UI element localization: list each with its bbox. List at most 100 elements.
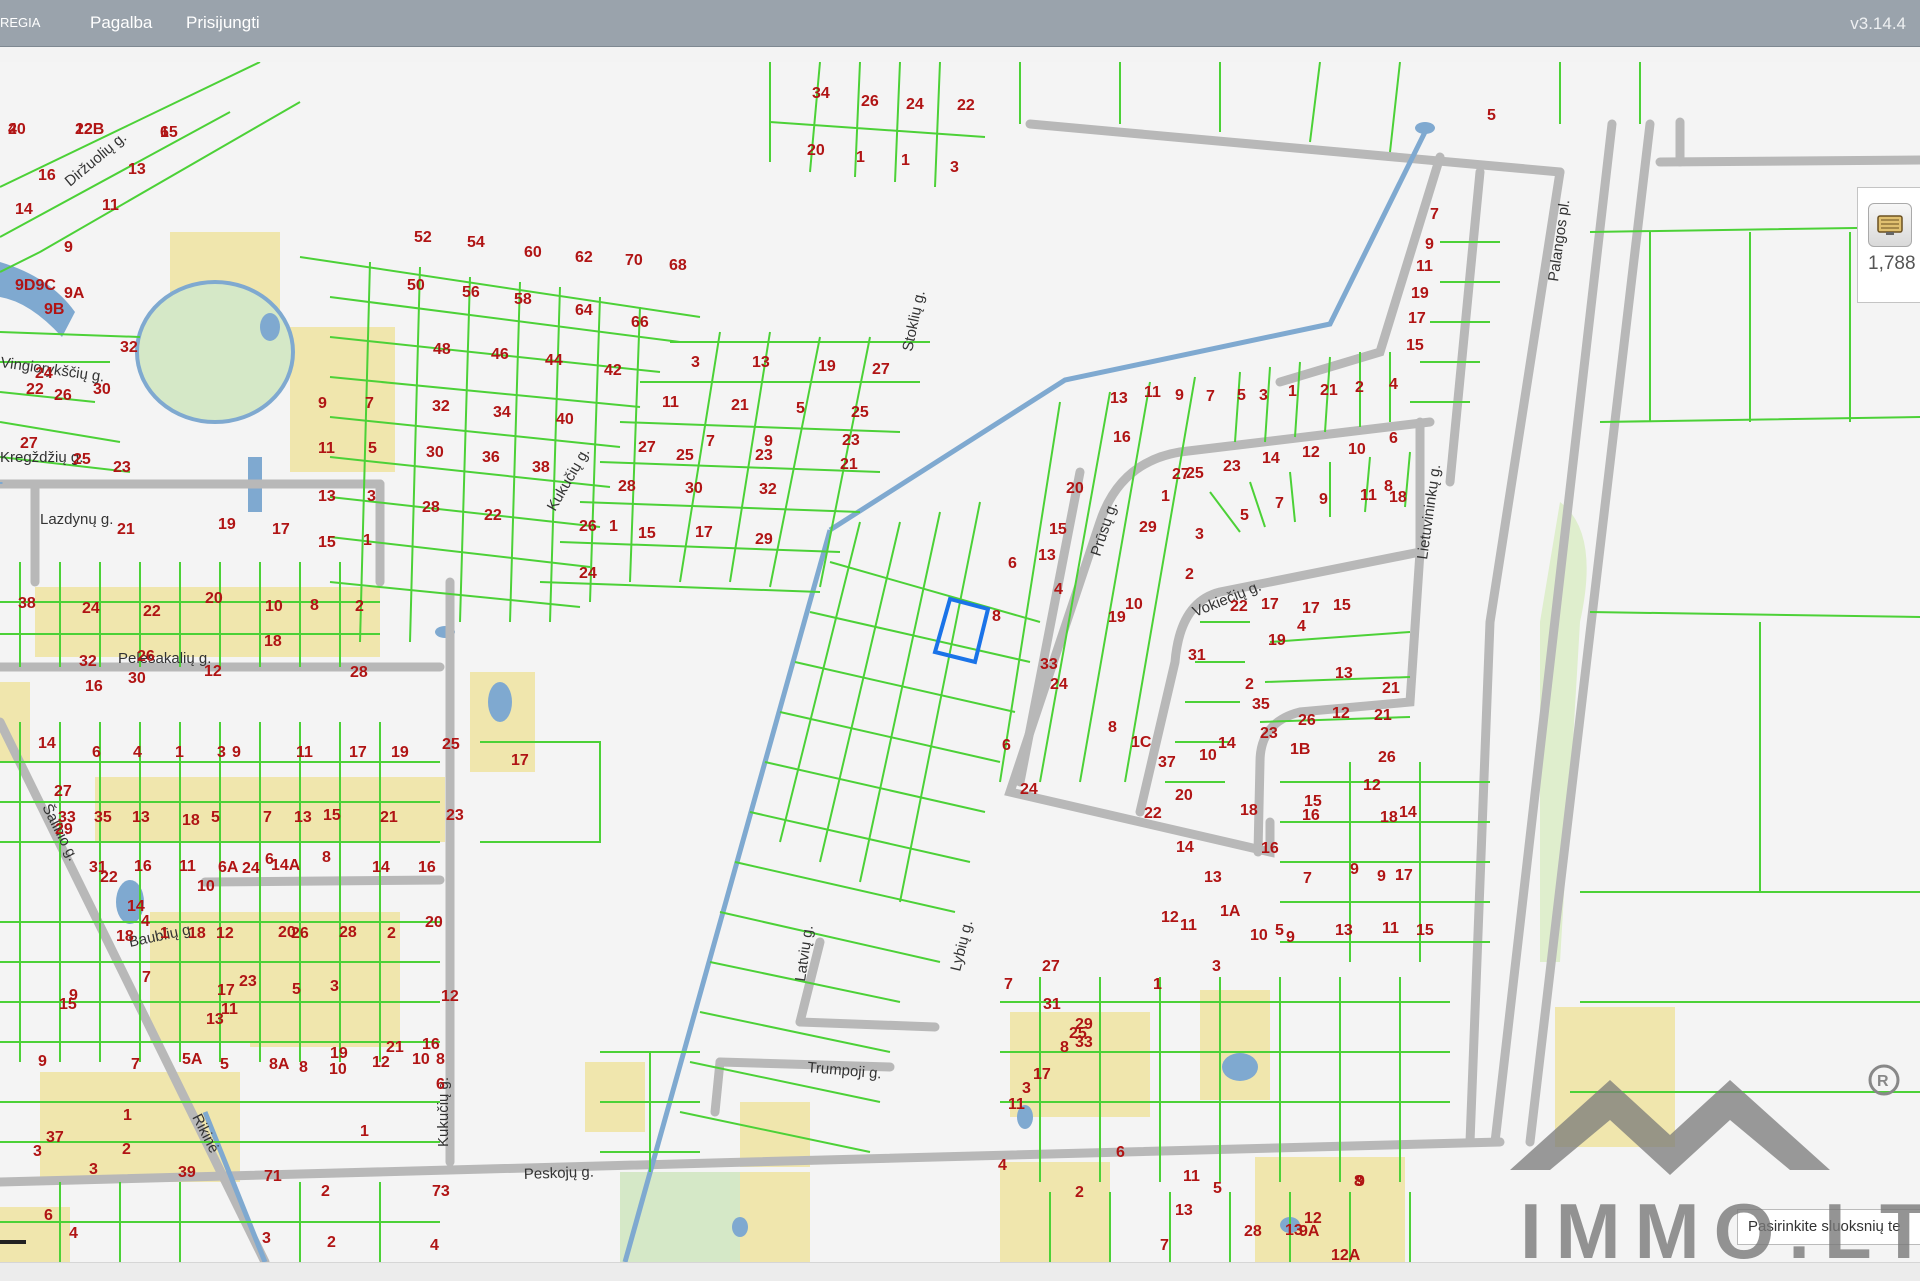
parcel-number-label: 20: [1066, 480, 1084, 497]
parcel-number-label: 5: [1275, 922, 1284, 939]
parcel-number-label: 38: [532, 459, 550, 476]
parcel-number-label: 5: [1240, 507, 1249, 524]
parcel-number-label: 44: [545, 352, 563, 369]
parcel-number-label: 19: [818, 358, 836, 375]
parcel-number-label: 8A: [269, 1056, 290, 1073]
parcel-number-label: 12: [216, 925, 234, 942]
parcel-number-label: 26: [1298, 712, 1316, 729]
status-bar: [0, 1262, 1920, 1281]
parcel-number-label: 23: [239, 973, 257, 990]
parcel-number-label: 22: [100, 869, 118, 886]
parcel-number-label: 11: [102, 197, 119, 214]
parcel-number-label: 2: [1355, 379, 1364, 396]
parcel-number-label: 7: [706, 433, 715, 450]
street-label: Prūsų g.: [1088, 500, 1121, 558]
parcel-number-label: 23: [842, 432, 860, 449]
parcel-number-label: 66: [631, 314, 649, 331]
parcel-number-label: 9A: [64, 285, 85, 302]
parcel-number-label: 2: [1075, 1184, 1084, 1201]
parcel-number-label: 56: [462, 284, 480, 301]
parcel-number-label: 11: [179, 858, 196, 875]
parcel-number-label: 19: [1268, 632, 1286, 649]
parcel-number-label: 29: [755, 531, 773, 548]
parcel-number-label: 33: [1040, 656, 1058, 673]
parcel-number-label: 7: [1206, 388, 1215, 405]
parcel-number-label: 27: [1172, 466, 1190, 483]
parcel-number-label: 21: [1382, 680, 1400, 697]
parcel-number-label: 5: [796, 400, 805, 417]
parcel-number-label: 26: [579, 518, 597, 535]
layer-select[interactable]: Pasirinkite sluoksnių te: [1737, 1209, 1920, 1245]
parcel-number-label: 10: [1125, 596, 1143, 613]
parcel-number-label: 18: [1389, 489, 1407, 506]
parcel-number-label: 28: [1244, 1223, 1262, 1240]
parcel-number-label: 9B: [44, 301, 64, 318]
parcel-number-label: 19: [391, 744, 409, 761]
parcel-number-label: 18: [188, 925, 206, 942]
parcel-number-label: 9: [1286, 929, 1295, 946]
parcel-number-label: 4: [133, 744, 142, 761]
parcel-number-label: 24: [579, 565, 597, 582]
parcel-number-label: 24: [82, 600, 100, 617]
parcel-number-label: 8: [310, 597, 319, 614]
parcel-number-label: 9D9C: [15, 277, 56, 294]
map-viewport[interactable]: Diržuolių g. Kregždžių g. Vingiorykščių …: [0, 62, 1920, 1262]
parcel-number-label: 14: [1399, 804, 1417, 821]
parcel-number-label: 60: [524, 244, 542, 261]
parcel-number-label: 7: [1430, 206, 1439, 223]
parcel-number-label: 7: [1275, 495, 1284, 512]
layer-switcher[interactable]: 1,788: [1857, 187, 1920, 303]
parcel-number-label: 11: [318, 440, 335, 457]
parcel-number-label: 17: [511, 752, 529, 769]
parcel-number-label: 26: [54, 387, 72, 404]
parcel-number-label: 23: [755, 447, 773, 464]
parcel-number-label: 13: [752, 354, 770, 371]
parcel-number-label: 5A: [182, 1051, 203, 1068]
parcel-number-label: 21: [731, 397, 749, 414]
parcel-number-label: 6: [92, 744, 101, 761]
parcel-number-label: 15: [638, 525, 656, 542]
parcel-number-label: 22: [957, 97, 975, 114]
parcel-number-label: 4: [1389, 376, 1398, 393]
parcel-number-label: 25: [851, 404, 869, 421]
parcel-number-label: 19: [330, 1045, 348, 1062]
parcel-number-label: 26: [1378, 749, 1396, 766]
parcel-number-label: 13: [1175, 1202, 1193, 1219]
parcel-number-label: 12: [441, 988, 459, 1005]
parcel-number-label: 64: [575, 302, 593, 319]
parcel-number-label: 16: [134, 858, 152, 875]
parcel-number-label: 27: [638, 439, 656, 456]
parcel-number-label: 11: [1382, 920, 1399, 937]
street-label: Kukučių g.: [544, 445, 594, 514]
parcel-number-label: 15: [1406, 337, 1424, 354]
nav-login-link[interactable]: Prisijungti: [186, 13, 260, 33]
parcel-number-label: 9: [1425, 236, 1434, 253]
parcel-number-label: 19: [1108, 609, 1126, 626]
parcel-number-label: 40: [556, 411, 574, 428]
parcel-number-label: 17: [695, 524, 713, 541]
parcel-number-label: 24: [35, 365, 53, 382]
parcel-number-label: 4: [141, 913, 150, 930]
selected-parcel[interactable]: [932, 596, 991, 665]
parcel-number-label: 15: [1304, 793, 1322, 810]
parcel-number-label: 1: [1161, 488, 1170, 505]
parcel-number-label: 42: [604, 362, 622, 379]
street-label: Lybių g.: [947, 918, 976, 973]
layers-icon[interactable]: [1868, 203, 1912, 247]
parcel-number-label: 12: [1363, 777, 1381, 794]
app-logo[interactable]: REGIA: [0, 15, 40, 30]
parcel-number-label: 24: [1050, 676, 1068, 693]
parcel-number-label: 16: [418, 859, 436, 876]
parcel-number-label: 9: [1350, 861, 1359, 878]
parcel-number-label: 17: [272, 521, 290, 538]
parcel-number-label: 4: [8, 121, 17, 138]
street-label: Diržuolių g.: [62, 129, 130, 190]
parcel-number-label: 30: [93, 381, 111, 398]
parcel-number-label: 8: [1060, 1039, 1069, 1056]
parcel-number-label: 2: [387, 925, 396, 942]
parcel-number-label: 52: [414, 229, 432, 246]
cadastral-map[interactable]: Diržuolių g. Kregždžių g. Vingiorykščių …: [0, 62, 1920, 1262]
parcel-number-label: 32: [79, 653, 97, 670]
parcel-number-label: 7: [1303, 870, 1312, 887]
nav-help-link[interactable]: Pagalba: [90, 13, 152, 33]
